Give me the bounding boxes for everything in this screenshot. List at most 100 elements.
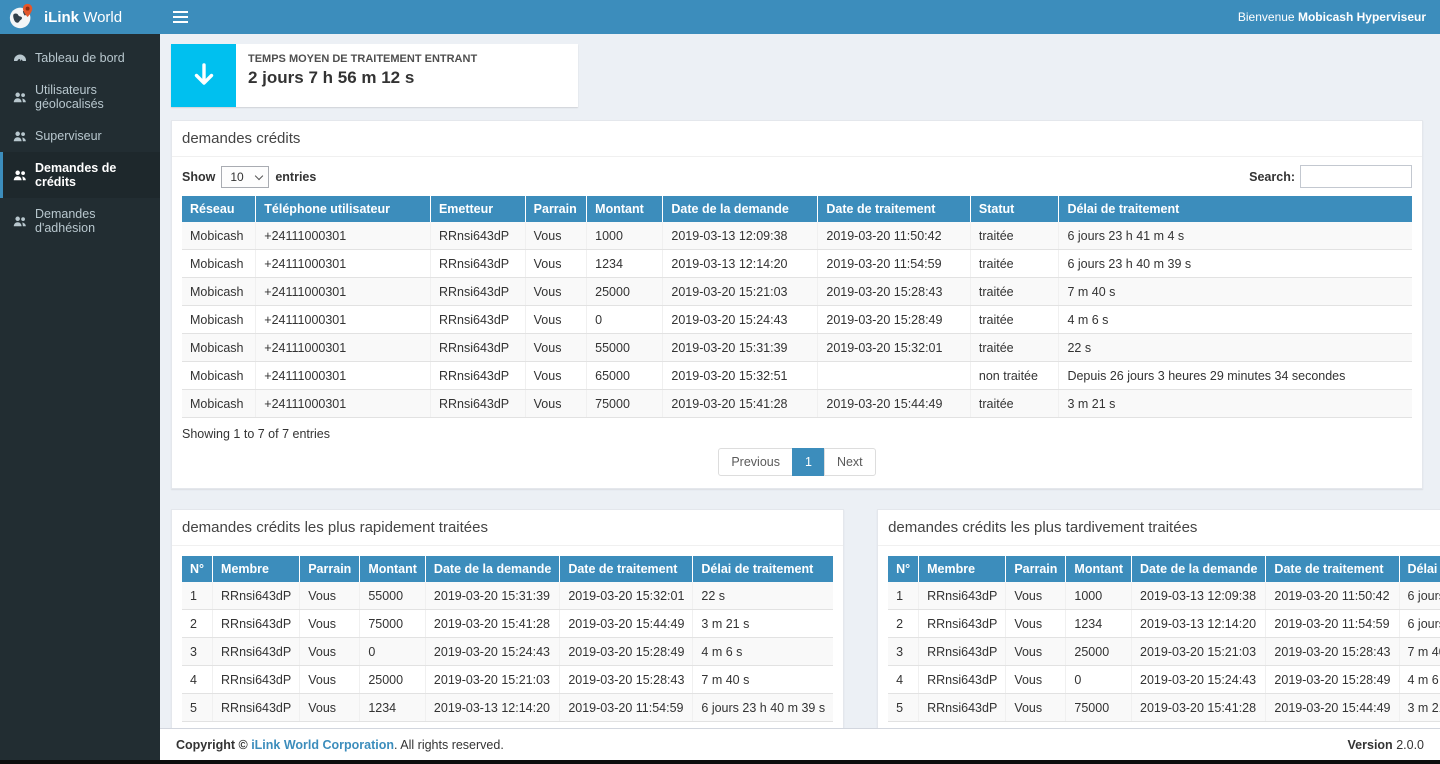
table-cell: RRnsi643dP [213,582,300,610]
credits-panel-body: Show 10 entries Search: RéseauTéléphone … [172,157,1422,488]
sidebar-item-demandes-adhesion[interactable]: Demandes d'adhésion [0,198,160,244]
table-cell: Vous [525,278,587,306]
table-cell: RRnsi643dP [430,250,525,278]
table-row: Mobicash+24111000301RRnsi643dPVous100020… [182,222,1412,250]
column-header[interactable]: Téléphone utilisateur [256,196,431,222]
table-row: 1RRnsi643dPVous550002019-03-20 15:31:392… [182,582,833,610]
table-cell: traitée [970,250,1059,278]
users-icon [13,169,27,182]
table-cell: 4 [182,666,213,694]
sidebar-item-demandes-de-credits[interactable]: Demandes de crédits [0,152,160,198]
column-header[interactable]: Date de la demande [425,556,559,582]
table-cell: 2019-03-20 15:31:39 [663,334,818,362]
sidebar-item-superviseur[interactable]: Superviseur [0,120,160,152]
table-cell: 3 [182,638,213,666]
table-header-row: N°MembreParrainMontantDate de la demande… [182,556,833,582]
page-length-select[interactable]: 10 [221,166,269,188]
table-cell: non traitée [970,362,1059,390]
column-header[interactable]: N° [182,556,213,582]
table-cell: 55000 [360,582,426,610]
column-header[interactable]: Membre [919,556,1006,582]
table-cell: 2 [888,610,919,638]
table-row: Mobicash+24111000301RRnsi643dPVous650002… [182,362,1412,390]
sidebar-item-label: Demandes de crédits [35,161,152,189]
column-header[interactable]: Date de traitement [560,556,693,582]
column-header[interactable]: Montant [1066,556,1132,582]
column-header[interactable]: Emetteur [430,196,525,222]
column-header[interactable]: Membre [213,556,300,582]
table-row: 5RRnsi643dPVous750002019-03-20 15:41:282… [888,694,1440,722]
table-cell: 3 m 21 s [693,610,833,638]
table-cell: 2019-03-20 15:41:28 [663,390,818,418]
column-header[interactable]: Délai de traitement [693,556,833,582]
sidebar-item-tableau-de-bord[interactable]: Tableau de bord [0,42,160,74]
search-input[interactable] [1300,165,1412,188]
table-cell: 3 [888,638,919,666]
table-cell: 2019-03-20 15:44:49 [560,610,693,638]
column-header[interactable]: Montant [360,556,426,582]
table-cell: 75000 [587,390,663,418]
table-cell: 2019-03-20 15:21:03 [1132,638,1266,666]
column-header[interactable]: Date de la demande [1132,556,1266,582]
column-header[interactable]: Parrain [1006,556,1066,582]
company-link[interactable]: iLink World Corporation [251,738,394,752]
table-cell: 2019-03-20 15:41:28 [425,610,559,638]
table-cell: 2019-03-20 15:44:49 [1266,694,1399,722]
table-cell: traitée [970,306,1059,334]
table-cell: RRnsi643dP [430,222,525,250]
table-cell: RRnsi643dP [430,306,525,334]
column-header[interactable]: Parrain [525,196,587,222]
previous-page-button[interactable]: Previous [718,448,793,476]
table-cell: 6 jours 23 h 41 m 4 s [1399,582,1440,610]
column-header[interactable]: Parrain [300,556,360,582]
table-row: Mobicash+24111000301RRnsi643dPVous250002… [182,278,1412,306]
stat-card-icon-box [171,44,236,107]
app-logo[interactable]: iLink World [0,0,160,34]
column-header[interactable]: Date de la demande [663,196,818,222]
column-header[interactable]: Statut [970,196,1059,222]
table-cell: 22 s [693,582,833,610]
table-cell: 1234 [360,694,426,722]
column-header[interactable]: Délai de traitement [1399,556,1440,582]
sidebar-item-label: Demandes d'adhésion [35,207,152,235]
table-info: Showing 1 to 7 of 7 entries [182,427,1412,441]
table-cell: 2019-03-13 12:09:38 [663,222,818,250]
table-cell: Mobicash [182,306,256,334]
table-cell: RRnsi643dP [430,362,525,390]
table-cell: RRnsi643dP [213,694,300,722]
table-cell: Vous [300,610,360,638]
table-cell: 4 m 6 s [1059,306,1412,334]
fastest-panel-title: demandes crédits les plus rapidement tra… [172,510,843,546]
table-cell: Mobicash [182,250,256,278]
table-cell: 4 [888,666,919,694]
column-header[interactable]: Montant [587,196,663,222]
table-cell: traitée [970,334,1059,362]
table-cell: RRnsi643dP [213,666,300,694]
table-row: 3RRnsi643dPVous02019-03-20 15:24:432019-… [182,638,833,666]
table-cell: 4 m 6 s [693,638,833,666]
table-cell: 2019-03-20 15:32:01 [560,582,693,610]
table-cell: RRnsi643dP [430,390,525,418]
sidebar-item-utilisateurs-geolocalises[interactable]: Utilisateurs géolocalisés [0,74,160,120]
table-cell: traitée [970,222,1059,250]
table-cell: Vous [300,694,360,722]
column-header[interactable]: N° [888,556,919,582]
welcome-user-menu[interactable]: Bienvenue Mobicash Hyperviseur [1238,10,1440,24]
users-icon [13,215,27,228]
column-header[interactable]: Date de traitement [818,196,971,222]
rights-text: . All rights reserved. [394,738,504,752]
page-1-button[interactable]: 1 [792,448,825,476]
table-cell: +24111000301 [256,362,431,390]
column-header[interactable]: Délai de traitement [1059,196,1412,222]
hamburger-menu-button[interactable] [160,0,200,34]
table-cell: traitée [970,390,1059,418]
table-cell: Vous [525,222,587,250]
brand-title: iLink World [44,9,122,26]
screen-bottom-strip [0,760,1440,764]
column-header[interactable]: Réseau [182,196,256,222]
column-header[interactable]: Date de traitement [1266,556,1399,582]
table-cell: 1234 [1066,610,1132,638]
table-cell: +24111000301 [256,390,431,418]
table-row: 2RRnsi643dPVous750002019-03-20 15:41:282… [182,610,833,638]
next-page-button[interactable]: Next [824,448,876,476]
